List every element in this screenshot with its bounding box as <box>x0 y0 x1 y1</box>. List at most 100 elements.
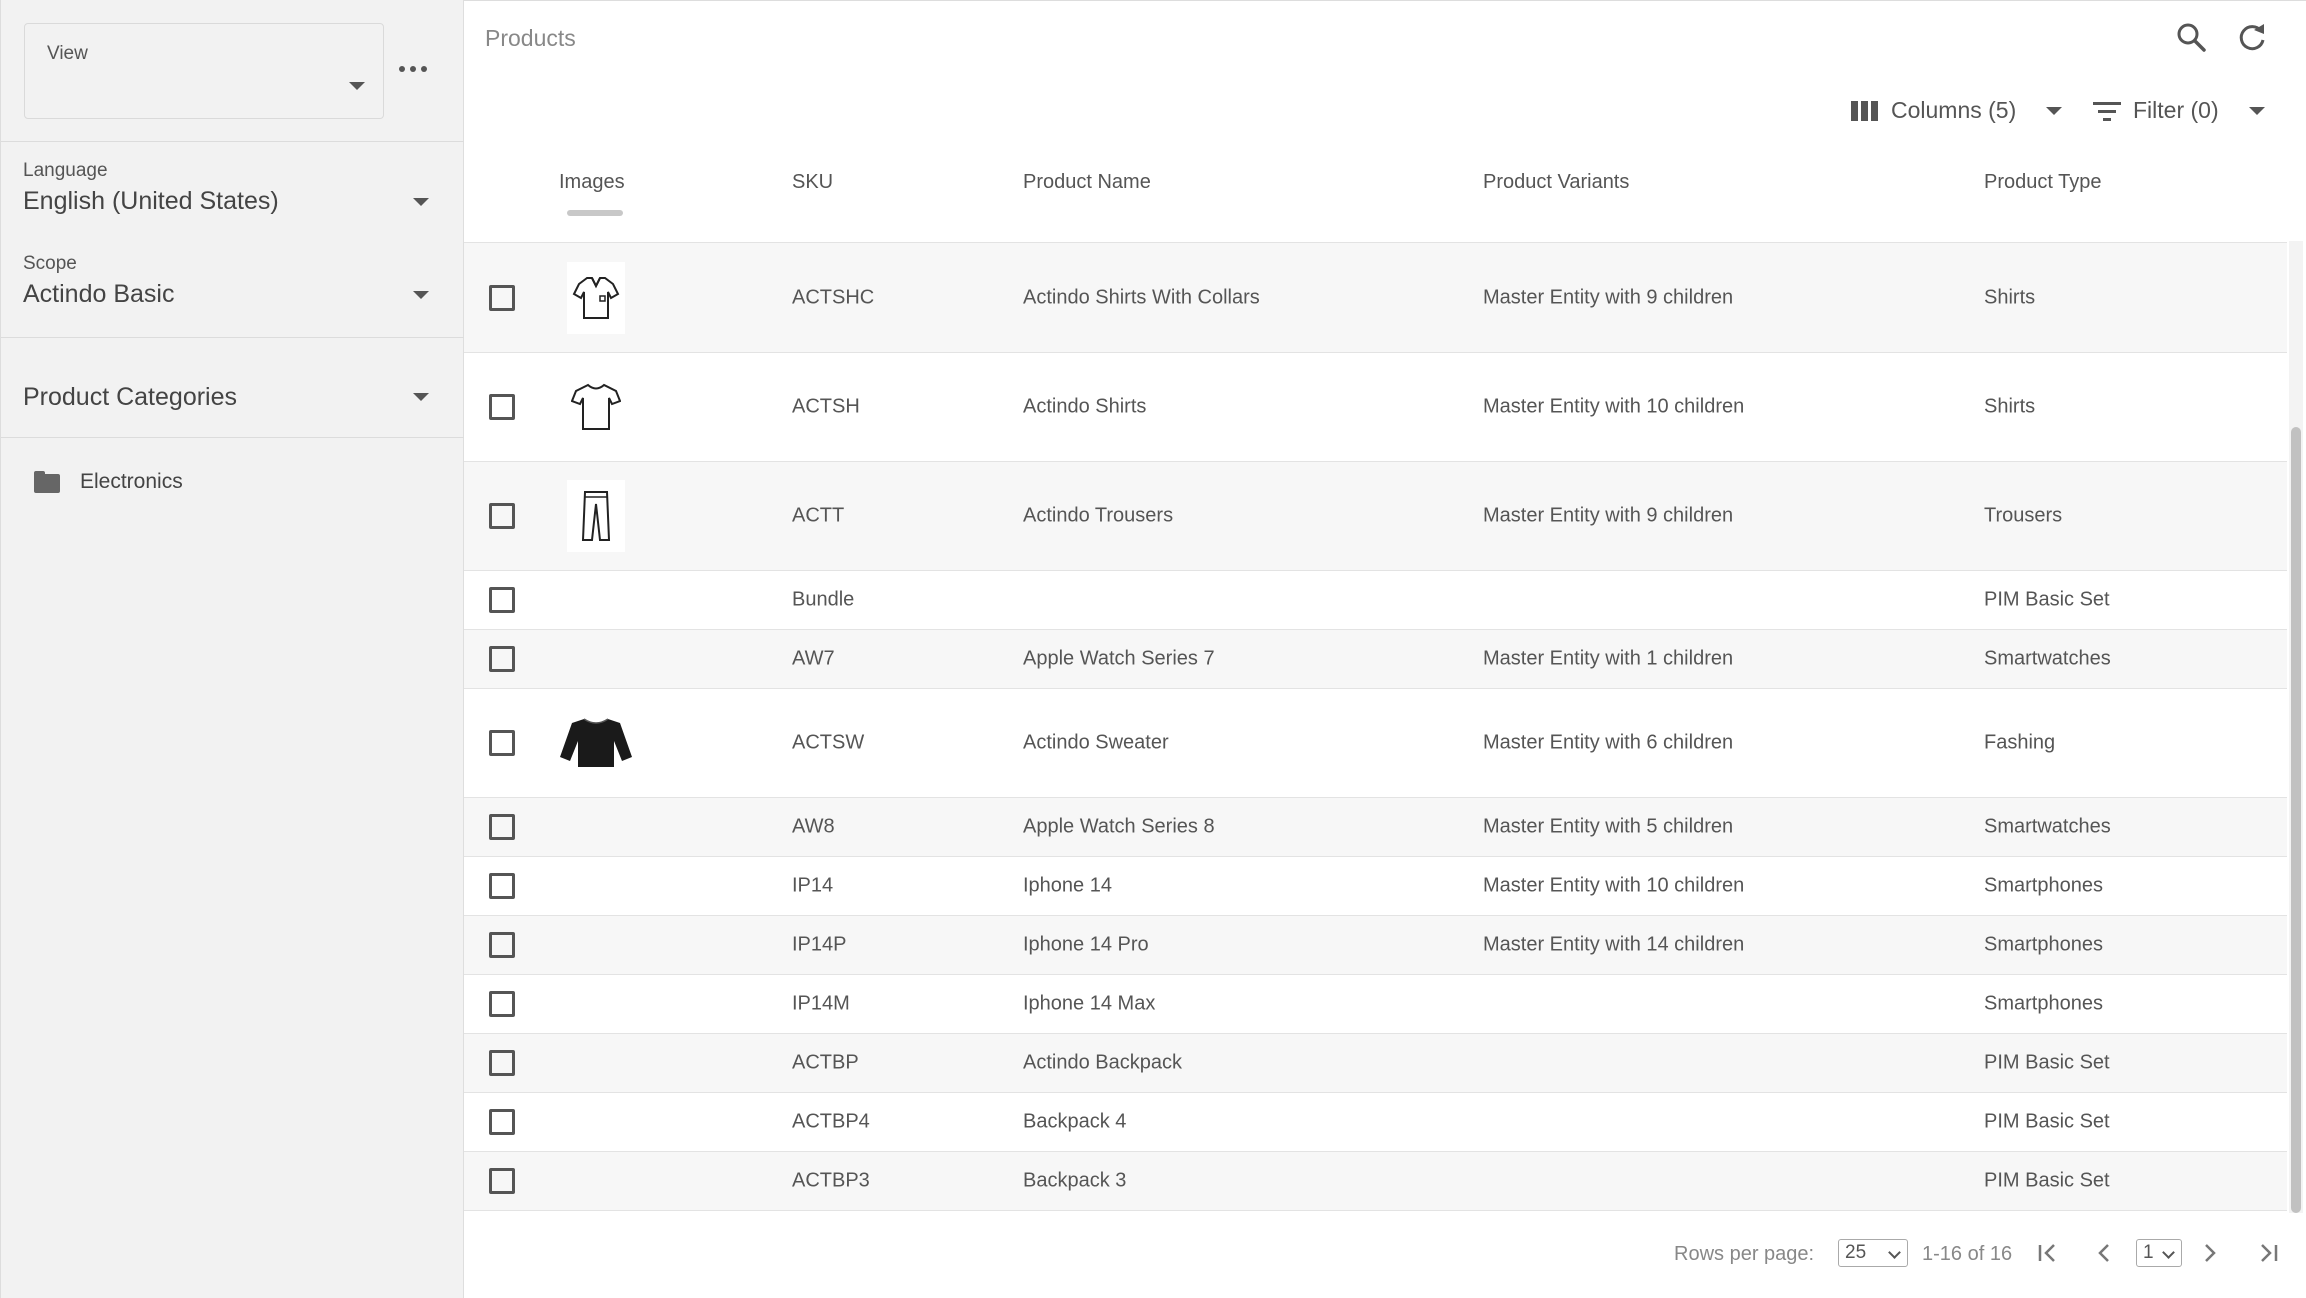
table-header: Images SKU Product Name Product Variants… <box>464 151 2287 243</box>
sku-cell: IP14M <box>792 992 850 1015</box>
column-header-sku[interactable]: SKU <box>792 171 833 194</box>
column-header-product-name[interactable]: Product Name <box>1023 171 1151 194</box>
product-name-cell: Apple Watch Series 7 <box>1023 647 1215 670</box>
row-checkbox[interactable] <box>489 991 515 1017</box>
chevron-down-icon <box>2046 106 2063 115</box>
variants-cell: Master Entity with 9 children <box>1483 504 1734 527</box>
previous-page-icon[interactable] <box>2088 1237 2120 1269</box>
sort-indicator <box>567 210 623 216</box>
first-page-icon[interactable] <box>2032 1237 2064 1269</box>
last-page-icon[interactable] <box>2252 1237 2284 1269</box>
table-row[interactable]: IP14 Iphone 14 Master Entity with 10 chi… <box>464 857 2287 916</box>
table-row[interactable]: ACTBP Actindo Backpack PIM Basic Set <box>464 1034 2287 1093</box>
page-select[interactable]: 1 <box>2136 1239 2182 1267</box>
refresh-icon[interactable] <box>2232 18 2272 58</box>
sweater-icon <box>558 707 634 779</box>
page-range: 1-16 of 16 <box>1922 1243 2013 1265</box>
main-panel: Products Columns (5) Filter (0) Images S… <box>464 0 2306 1298</box>
trousers-icon <box>567 480 625 552</box>
column-header-images[interactable]: Images <box>559 171 625 194</box>
row-checkbox[interactable] <box>489 730 515 756</box>
row-checkbox[interactable] <box>489 284 515 311</box>
filter-button[interactable]: Filter (0) <box>2093 97 2265 124</box>
sku-cell: IP14 <box>792 874 834 897</box>
divider <box>1 141 464 142</box>
product-type-cell: Shirts <box>1984 395 2036 418</box>
row-checkbox[interactable] <box>489 932 515 958</box>
row-checkbox[interactable] <box>489 814 515 840</box>
next-page-icon[interactable] <box>2194 1237 2226 1269</box>
row-checkbox[interactable] <box>489 503 515 529</box>
table-row[interactable]: ACTSHC Actindo Shirts With Collars Maste… <box>464 243 2287 353</box>
filter-label: Filter (0) <box>2133 97 2219 123</box>
table-row[interactable]: IP14M Iphone 14 Max Smartphones <box>464 975 2287 1034</box>
category-label: Electronics <box>80 470 183 493</box>
column-header-product-type[interactable]: Product Type <box>1984 171 2101 194</box>
table-row[interactable]: ACTBP3 Backpack 3 PIM Basic Set <box>464 1152 2287 1211</box>
filter-icon <box>2093 101 2121 121</box>
variants-cell: Master Entity with 6 children <box>1483 731 1734 754</box>
category-item-electronics[interactable]: Electronics <box>34 470 183 494</box>
table-row[interactable]: IP14P Iphone 14 Pro Master Entity with 1… <box>464 916 2287 975</box>
language-value: English (United States) <box>23 187 279 215</box>
language-label: Language <box>23 160 108 181</box>
product-type-cell: PIM Basic Set <box>1984 588 2110 611</box>
table-row[interactable]: ACTSW Actindo Sweater Master Entity with… <box>464 689 2287 798</box>
columns-button[interactable]: Columns (5) <box>1851 97 2063 124</box>
table-row[interactable]: ACTT Actindo Trousers Master Entity with… <box>464 462 2287 571</box>
sku-cell: Bundle <box>792 588 855 611</box>
table-row[interactable]: ACTSH Actindo Shirts Master Entity with … <box>464 353 2287 462</box>
sku-cell: AW7 <box>792 647 835 670</box>
polo-shirt-icon <box>567 261 625 334</box>
row-checkbox[interactable] <box>489 587 515 613</box>
sku-cell: ACTSH <box>792 395 860 418</box>
row-checkbox[interactable] <box>489 1050 515 1076</box>
pagination-bar: Rows per page: 25 1-16 of 16 1 <box>464 1213 2306 1298</box>
row-checkbox[interactable] <box>489 394 515 420</box>
product-name-cell: Apple Watch Series 8 <box>1023 815 1215 838</box>
scope-value: Actindo Basic <box>23 280 175 308</box>
chevron-down-icon <box>413 291 429 299</box>
sku-cell: ACTBP4 <box>792 1110 870 1133</box>
view-select[interactable]: View <box>24 23 384 119</box>
rows-per-page-select[interactable]: 25 <box>1838 1239 1908 1267</box>
scope-label: Scope <box>23 253 77 274</box>
sku-cell: ACTBP <box>792 1051 859 1074</box>
row-checkbox[interactable] <box>489 646 515 672</box>
table-row[interactable]: Bundle PIM Basic Set <box>464 571 2287 630</box>
search-icon[interactable] <box>2172 18 2212 58</box>
more-options-icon[interactable] <box>399 64 427 74</box>
sku-cell: ACTSW <box>792 731 865 754</box>
products-table: Images SKU Product Name Product Variants… <box>464 151 2287 1211</box>
page-title: Products <box>485 25 576 51</box>
variants-cell: Master Entity with 10 children <box>1483 395 1745 418</box>
variants-cell: Master Entity with 14 children <box>1483 933 1745 956</box>
columns-icon <box>1851 100 1878 121</box>
chevron-down-icon <box>413 393 429 401</box>
product-type-cell: Smartphones <box>1984 933 2103 956</box>
product-name-cell: Actindo Backpack <box>1023 1051 1182 1074</box>
table-row[interactable]: AW8 Apple Watch Series 8 Master Entity w… <box>464 798 2287 857</box>
scrollbar-thumb[interactable] <box>2291 427 2301 1213</box>
row-checkbox[interactable] <box>489 1168 515 1194</box>
product-name-cell: Iphone 14 <box>1023 874 1112 897</box>
table-row[interactable]: ACTBP4 Backpack 4 PIM Basic Set <box>464 1093 2287 1152</box>
table-body: ACTSHC Actindo Shirts With Collars Maste… <box>464 243 2287 1211</box>
divider <box>1 437 464 438</box>
product-type-cell: Trousers <box>1984 504 2063 527</box>
product-categories-title: Product Categories <box>23 383 238 411</box>
sidebar: View Language English (United States) Sc… <box>0 0 464 1298</box>
chevron-down-icon <box>2248 106 2265 115</box>
product-name-cell: Backpack 4 <box>1023 1110 1127 1133</box>
product-name-cell: Actindo Sweater <box>1023 731 1169 754</box>
product-type-cell: Fashing <box>1984 731 2056 754</box>
column-header-product-variants[interactable]: Product Variants <box>1483 171 1629 194</box>
table-row[interactable]: AW7 Apple Watch Series 7 Master Entity w… <box>464 630 2287 689</box>
row-checkbox[interactable] <box>489 1109 515 1135</box>
tshirt-icon <box>567 371 625 443</box>
variants-cell: Master Entity with 10 children <box>1483 874 1745 897</box>
sku-cell: ACTSHC <box>792 286 875 308</box>
variants-cell: Master Entity with 1 children <box>1483 647 1734 670</box>
folder-icon <box>34 471 60 493</box>
row-checkbox[interactable] <box>489 873 515 899</box>
